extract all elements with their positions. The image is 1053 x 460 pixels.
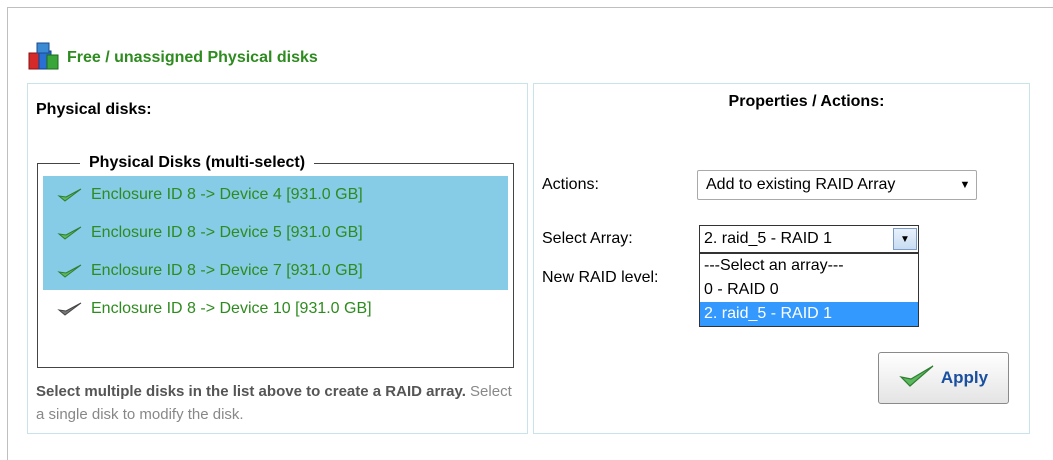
apply-button-label: Apply: [940, 368, 989, 387]
disk-item-label: Enclosure ID 8 -> Device 4 [931.0 GB]: [91, 186, 363, 203]
disk-fieldset-legend: Physical Disks (multi-select): [80, 152, 315, 174]
dropdown-arrow-icon[interactable]: ▼: [893, 228, 917, 250]
disk-item-label: Enclosure ID 8 -> Device 10 [931.0 GB]: [91, 300, 372, 317]
disk-item[interactable]: Enclosure ID 8 -> Device 5 [931.0 GB]: [43, 214, 508, 252]
array-select-value: 2. raid_5 - RAID 1: [704, 230, 833, 247]
properties-title: Properties / Actions:: [728, 93, 885, 110]
disk-list: Enclosure ID 8 -> Device 4 [931.0 GB] En…: [43, 176, 508, 328]
disk-item-label: Enclosure ID 8 -> Device 5 [931.0 GB]: [91, 224, 363, 241]
actions-select-value: Add to existing RAID Array: [706, 176, 896, 193]
select-array-label: Select Array:: [542, 230, 633, 247]
help-text: Select multiple disks in the list above …: [36, 380, 516, 426]
properties-panel: Properties / Actions: Actions: Add to ex…: [533, 83, 1030, 434]
check-icon: [57, 225, 83, 241]
physical-disks-panel: Physical disks: Physical Disks (multi-se…: [27, 83, 528, 434]
actions-label: Actions:: [542, 176, 599, 193]
disk-item[interactable]: Enclosure ID 8 -> Device 4 [931.0 GB]: [43, 176, 508, 214]
check-icon: [57, 187, 83, 203]
disk-item[interactable]: Enclosure ID 8 -> Device 7 [931.0 GB]: [43, 252, 508, 290]
array-option[interactable]: 0 - RAID 0: [700, 278, 918, 302]
array-select[interactable]: 2. raid_5 - RAID 1 ▼: [699, 225, 919, 253]
section-title: Free / unassigned Physical disks: [67, 49, 318, 66]
apply-button[interactable]: Apply: [878, 352, 1009, 404]
disk-fieldset: Physical Disks (multi-select) Enclosure …: [37, 152, 514, 368]
chevron-down-icon: ▼: [959, 179, 971, 191]
actions-select[interactable]: Add to existing RAID Array ▼: [697, 170, 977, 200]
check-icon: [899, 364, 935, 393]
disk-item-label: Enclosure ID 8 -> Device 7 [931.0 GB]: [91, 262, 363, 279]
new-raid-level-label: New RAID level:: [542, 269, 659, 286]
array-dropdown-list: ---Select an array--- 0 - RAID 0 2. raid…: [699, 253, 919, 327]
array-option[interactable]: ---Select an array---: [700, 254, 918, 278]
disks-icon: [27, 41, 61, 76]
help-text-strong: Select multiple disks in the list above …: [36, 383, 466, 400]
disk-item[interactable]: Enclosure ID 8 -> Device 10 [931.0 GB]: [43, 290, 508, 328]
array-option-selected[interactable]: 2. raid_5 - RAID 1: [700, 302, 918, 326]
check-icon: [57, 301, 83, 317]
section-header: Free / unassigned Physical disks: [27, 41, 318, 75]
physical-disks-label: Physical disks:: [36, 101, 152, 118]
check-icon: [57, 263, 83, 279]
